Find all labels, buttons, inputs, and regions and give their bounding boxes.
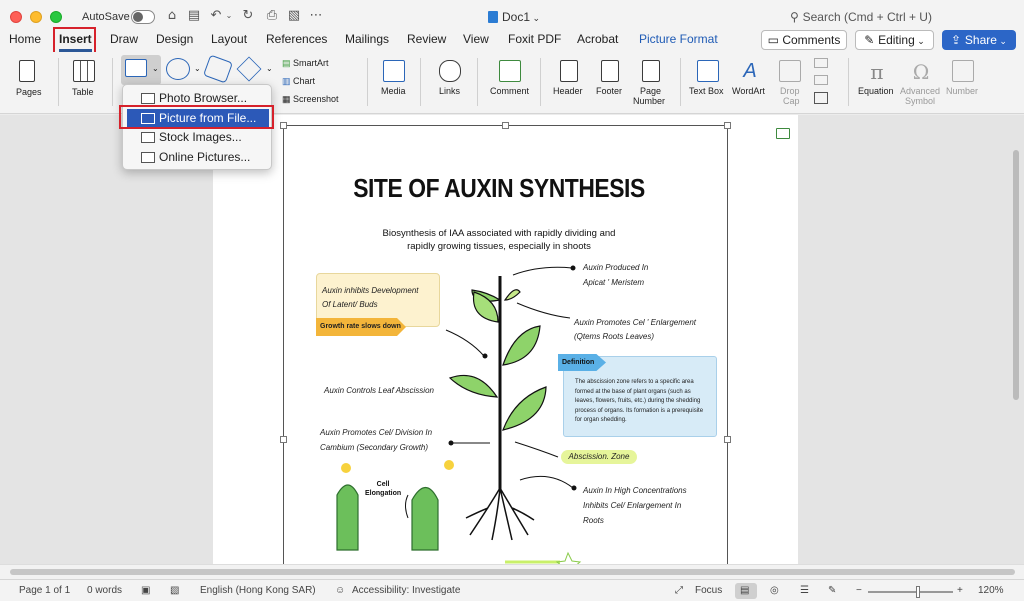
infographic-subtitle: Biosynthesis of IAA associated with rapi…: [283, 227, 715, 253]
menu-label-stock-images: Stock Images...: [159, 130, 242, 144]
resize-handle[interactable]: [502, 122, 509, 129]
zoom-level[interactable]: 120%: [978, 585, 1004, 596]
stock-images-icon: [141, 132, 155, 143]
proofing-icon[interactable]: ▣: [141, 585, 150, 596]
high-conc-line-3: Roots: [583, 516, 604, 525]
division-line-2: Cambium (Secondary Growth): [320, 443, 429, 452]
horizontal-scrollbar[interactable]: [0, 564, 1024, 579]
zoom-slider[interactable]: [868, 591, 953, 593]
growth-rate-tag: Growth rate slows down: [316, 318, 406, 336]
menu-label-photo-browser: Photo Browser...: [159, 91, 248, 105]
web-layout-icon[interactable]: ◎: [770, 585, 779, 596]
focus-label[interactable]: Focus: [695, 585, 722, 596]
scroll-thumb[interactable]: [10, 569, 1015, 575]
inhibits-line-2: Of Latent/ Buds: [322, 300, 378, 309]
track-changes-icon[interactable]: ▧: [170, 585, 179, 596]
infographic-title: SITE OF AUXIN SYNTHESIS: [353, 173, 645, 203]
cell-elongation-label: Cell Elongation: [365, 480, 401, 498]
cell-label-line-1: Cell: [376, 481, 390, 488]
accessibility-icon: ☺: [335, 585, 346, 596]
language-label[interactable]: English (Hong Kong SAR): [200, 585, 316, 596]
resize-handle[interactable]: [724, 122, 731, 129]
zoom-slider-thumb[interactable]: [916, 586, 920, 598]
resize-handle[interactable]: [724, 436, 731, 443]
resize-handle[interactable]: [280, 122, 287, 129]
promotes-line-2: (Qtems Roots Leaves): [574, 332, 655, 341]
resize-handle[interactable]: [280, 436, 287, 443]
definition-tag: Definition: [558, 354, 606, 371]
leaf-abscission-label: Auxin Controls Leaf Abscission: [324, 386, 434, 395]
division-line-1: Auxin Promotes Cel/ Division In: [320, 428, 433, 437]
cell-label-line-2: Elongation: [365, 490, 402, 497]
photo-browser-icon: [141, 93, 155, 104]
inhibits-line-1: Auxin inhibits Development: [322, 286, 419, 295]
page-count[interactable]: Page 1 of 1: [19, 585, 70, 596]
picture-from-file-highlight: [119, 105, 274, 129]
draft-view-icon[interactable]: ✎: [828, 585, 836, 596]
menu-label-online-pictures: Online Pictures...: [159, 150, 251, 164]
promotes-line-1: Auxin Promotes Cel ' Enlargement: [574, 318, 697, 327]
subtitle-line-2: rapidly growing tissues, especially in s…: [407, 241, 591, 252]
outline-view-icon[interactable]: ☰: [800, 585, 809, 596]
definition-text: The abscission zone refers to a specific…: [575, 379, 704, 423]
menu-item-online-pictures[interactable]: Online Pictures...: [127, 148, 269, 167]
zoom-in-button[interactable]: +: [957, 585, 963, 596]
subtitle-line-1: Biosynthesis of IAA associated with rapi…: [382, 228, 616, 239]
produced-line-1: Auxin Produced In: [583, 263, 649, 272]
online-pictures-icon: [141, 152, 155, 163]
high-conc-line-1: Auxin In High Concentrations: [583, 486, 687, 495]
menu-item-stock-images[interactable]: Stock Images...: [127, 128, 269, 147]
print-layout-icon: ▤: [740, 585, 750, 596]
produced-line-2: Apicat ' Meristem: [583, 278, 645, 287]
accessibility-label[interactable]: Accessibility: Investigate: [352, 585, 460, 596]
focus-icon: ⤢: [675, 585, 683, 596]
status-bar: Page 1 of 1 0 words ▣ ▧ English (Hong Ko…: [0, 579, 1024, 601]
abscission-zone-pill: Abscission. Zone: [561, 450, 637, 464]
zoom-out-button[interactable]: −: [856, 585, 862, 596]
high-conc-line-2: Inhibits Cel/ Enlargement In: [583, 501, 682, 510]
word-count[interactable]: 0 words: [87, 585, 122, 596]
